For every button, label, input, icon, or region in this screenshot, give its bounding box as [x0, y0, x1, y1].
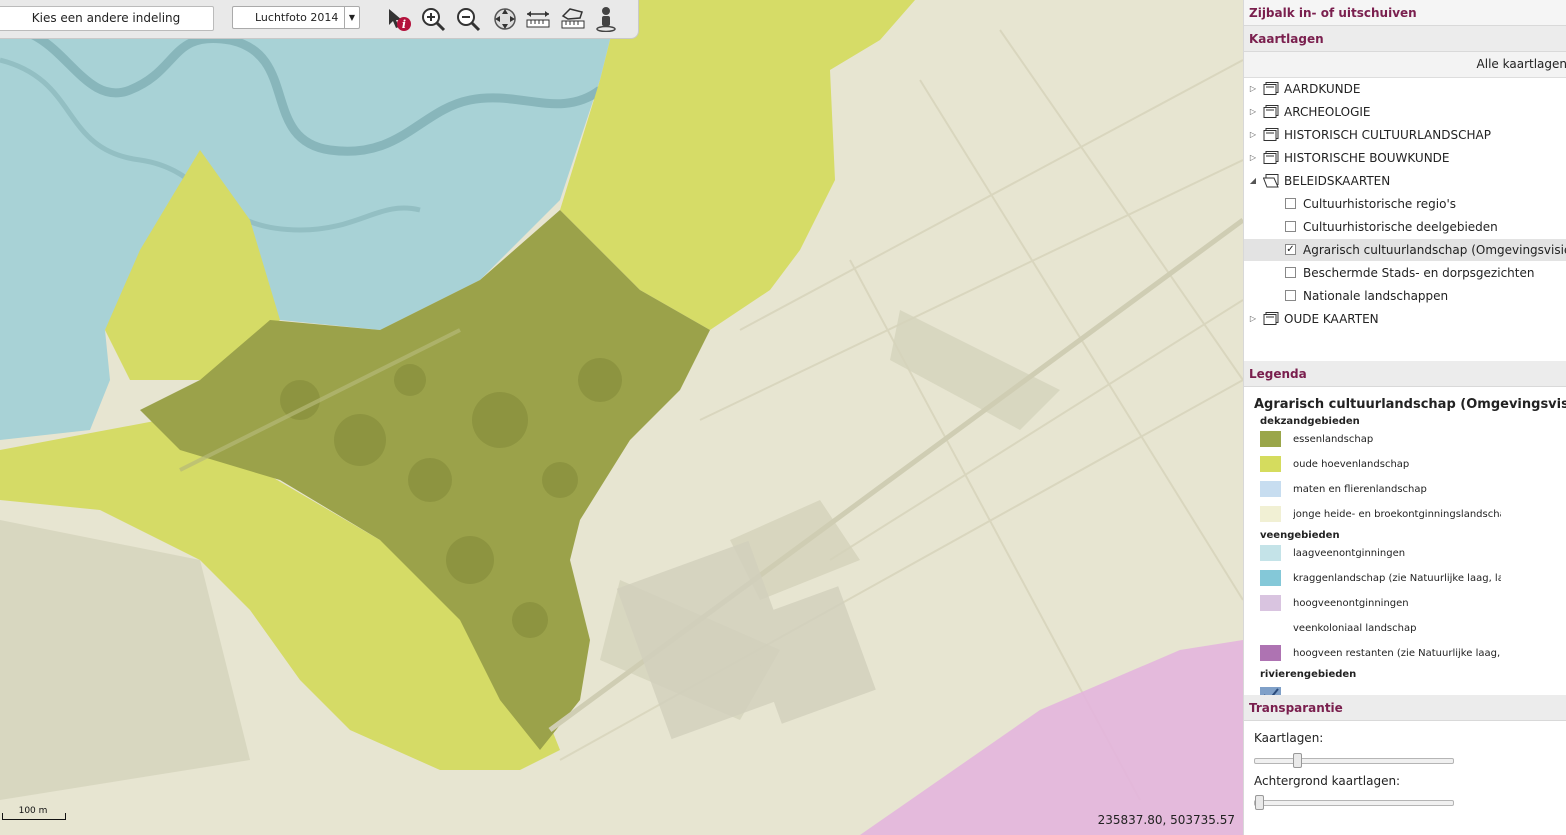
background-transparency-label: Achtergrond kaartlagen:	[1254, 774, 1401, 788]
layer-checkbox[interactable]: ✓	[1285, 244, 1296, 255]
streetview-person-icon[interactable]	[593, 6, 619, 33]
folder-icon	[1263, 127, 1279, 141]
layer-checkbox[interactable]	[1285, 290, 1296, 301]
legend-group-label: veengebieden	[1260, 530, 1340, 541]
folder-icon	[1263, 311, 1279, 325]
info-icon[interactable]: i	[386, 6, 412, 32]
river-symbol-icon	[1260, 687, 1281, 695]
expand-icon[interactable]: ▷	[1248, 124, 1258, 146]
legend-item-label: jonge heide- en broekontginningslandscha…	[1293, 509, 1501, 520]
choose-layout-button[interactable]: Kies een andere indeling	[0, 6, 214, 31]
legend-item-label: essenlandschap	[1293, 434, 1374, 445]
legend-swatch	[1260, 645, 1281, 661]
layers-transparency-handle[interactable]	[1293, 753, 1302, 768]
zoom-out-icon[interactable]	[455, 6, 481, 32]
sidebar: Zijbalk in- of uitschuiven Kaartlagen Al…	[1243, 0, 1566, 835]
tree-layer-label: Agrarisch cultuurlandschap (Omgevingsvis…	[1303, 243, 1566, 257]
all-layers-link[interactable]: Alle kaartlagen	[1477, 57, 1566, 71]
tree-layer-item[interactable]: ✓ Agrarisch cultuurlandschap (Omgevingsvi…	[1244, 239, 1566, 261]
measure-area-icon[interactable]	[560, 6, 586, 32]
expand-icon[interactable]: ▷	[1248, 101, 1258, 123]
layer-checkbox[interactable]	[1285, 221, 1296, 232]
tree-layer-label: Beschermde Stads- en dorpsgezichten	[1303, 266, 1535, 280]
tree-folder-label: BELEIDSKAARTEN	[1284, 174, 1391, 188]
legend-header[interactable]: Legenda	[1244, 361, 1566, 387]
map-toolbar: Kies een andere indeling Luchtfoto 2014 …	[0, 0, 639, 39]
layer-checkbox[interactable]	[1285, 198, 1296, 209]
legend-swatch	[1260, 570, 1281, 586]
tree-folder-historische-bouwkunde[interactable]: ▷ HISTORISCHE BOUWKUNDE	[1244, 147, 1566, 169]
coordinate-readout: 235837.80, 503735.57	[1097, 813, 1235, 827]
chevron-down-icon: ▼	[344, 7, 359, 28]
svg-text:i: i	[402, 18, 406, 31]
tree-folder-label: ARCHEOLOGIE	[1284, 105, 1371, 119]
expand-icon[interactable]: ▷	[1248, 308, 1258, 330]
layers-transparency-label: Kaartlagen:	[1254, 731, 1324, 745]
scale-bar-line	[2, 813, 66, 820]
folder-open-icon	[1262, 173, 1279, 188]
tree-layer-label: Cultuurhistorische regio's	[1303, 197, 1457, 211]
layers-transparency-slider[interactable]	[1254, 753, 1454, 768]
tree-layer-item[interactable]: Nationale landschappen	[1244, 285, 1566, 307]
legend-item-label: oude hoevenlandschap	[1293, 459, 1410, 470]
legend-item-label: laagveenontginningen	[1293, 548, 1406, 559]
legend-group-label: dekzandgebieden	[1260, 416, 1360, 427]
zoom-in-icon[interactable]	[420, 6, 446, 32]
tree-layer-item[interactable]: Cultuurhistorische deelgebieden	[1244, 216, 1566, 238]
folder-icon	[1263, 150, 1279, 164]
expand-icon[interactable]: ▷	[1248, 78, 1258, 100]
legend-swatch	[1260, 481, 1281, 497]
collapse-icon[interactable]: ◢	[1248, 170, 1258, 192]
folder-icon	[1263, 81, 1279, 95]
scale-bar: 100 m	[2, 806, 66, 820]
layer-checkbox[interactable]	[1285, 267, 1296, 278]
legend-group-label: rivierengebieden	[1260, 669, 1357, 680]
folder-icon	[1263, 104, 1279, 118]
legend-title: Agrarisch cultuurlandschap (Omgevingsvis…	[1254, 397, 1566, 412]
legend-item-label: veenkoloniaal landschap	[1293, 623, 1417, 634]
background-select-value: Luchtfoto 2014	[255, 11, 339, 24]
legend-swatch	[1260, 545, 1281, 561]
background-transparency-slider[interactable]	[1254, 795, 1454, 810]
sidebar-toggle[interactable]: Zijbalk in- of uitschuiven	[1244, 0, 1566, 26]
tree-folder-label: OUDE KAARTEN	[1284, 312, 1379, 326]
legend-item-label: hoogveen restanten (zie Natuurlijke laag…	[1293, 648, 1501, 659]
tree-folder-oude-kaarten[interactable]: ▷ OUDE KAARTEN	[1244, 308, 1566, 330]
tree-folder-aardkunde[interactable]: ▷ AARDKUNDE	[1244, 78, 1566, 100]
tree-folder-historisch-cultuurlandschap[interactable]: ▷ HISTORISCH CULTUURLANDSCHAP	[1244, 124, 1566, 146]
tree-folder-label: HISTORISCH CULTUURLANDSCHAP	[1284, 128, 1491, 142]
tree-folder-beleidskaarten[interactable]: ◢ BELEIDSKAARTEN	[1244, 170, 1566, 192]
layers-header[interactable]: Kaartlagen	[1244, 26, 1566, 52]
background-select[interactable]: Luchtfoto 2014 ▼	[232, 6, 360, 29]
map-view[interactable]: Kies een andere indeling Luchtfoto 2014 …	[0, 0, 1243, 835]
legend-swatch	[1260, 431, 1281, 447]
tree-folder-archeologie[interactable]: ▷ ARCHEOLOGIE	[1244, 101, 1566, 123]
expand-icon[interactable]: ▷	[1248, 147, 1258, 169]
transparency-header[interactable]: Transparantie	[1244, 695, 1566, 721]
pan-icon[interactable]	[492, 6, 518, 32]
tree-layer-item[interactable]: Cultuurhistorische regio's	[1244, 193, 1566, 215]
measure-distance-icon[interactable]	[525, 6, 551, 32]
all-layers-bar: Alle kaartlagen	[1244, 52, 1566, 78]
tree-layer-label: Nationale landschappen	[1303, 289, 1449, 303]
legend-swatch	[1260, 506, 1281, 522]
tree-folder-label: HISTORISCHE BOUWKUNDE	[1284, 151, 1450, 165]
legend-item-label: kraggenlandschap (zie Natuurlijke laag, …	[1293, 573, 1501, 584]
legend-swatch	[1260, 456, 1281, 472]
tree-layer-item[interactable]: Beschermde Stads- en dorpsgezichten	[1244, 262, 1566, 284]
tree-folder-label: AARDKUNDE	[1284, 82, 1361, 96]
background-transparency-handle[interactable]	[1255, 795, 1264, 810]
map-canvas[interactable]	[0, 0, 1243, 835]
legend-item-label: maten en flierenlandschap	[1293, 484, 1427, 495]
legend-swatch	[1260, 595, 1281, 611]
legend-item-label: hoogveenontginningen	[1293, 598, 1409, 609]
tree-layer-label: Cultuurhistorische deelgebieden	[1303, 220, 1498, 234]
